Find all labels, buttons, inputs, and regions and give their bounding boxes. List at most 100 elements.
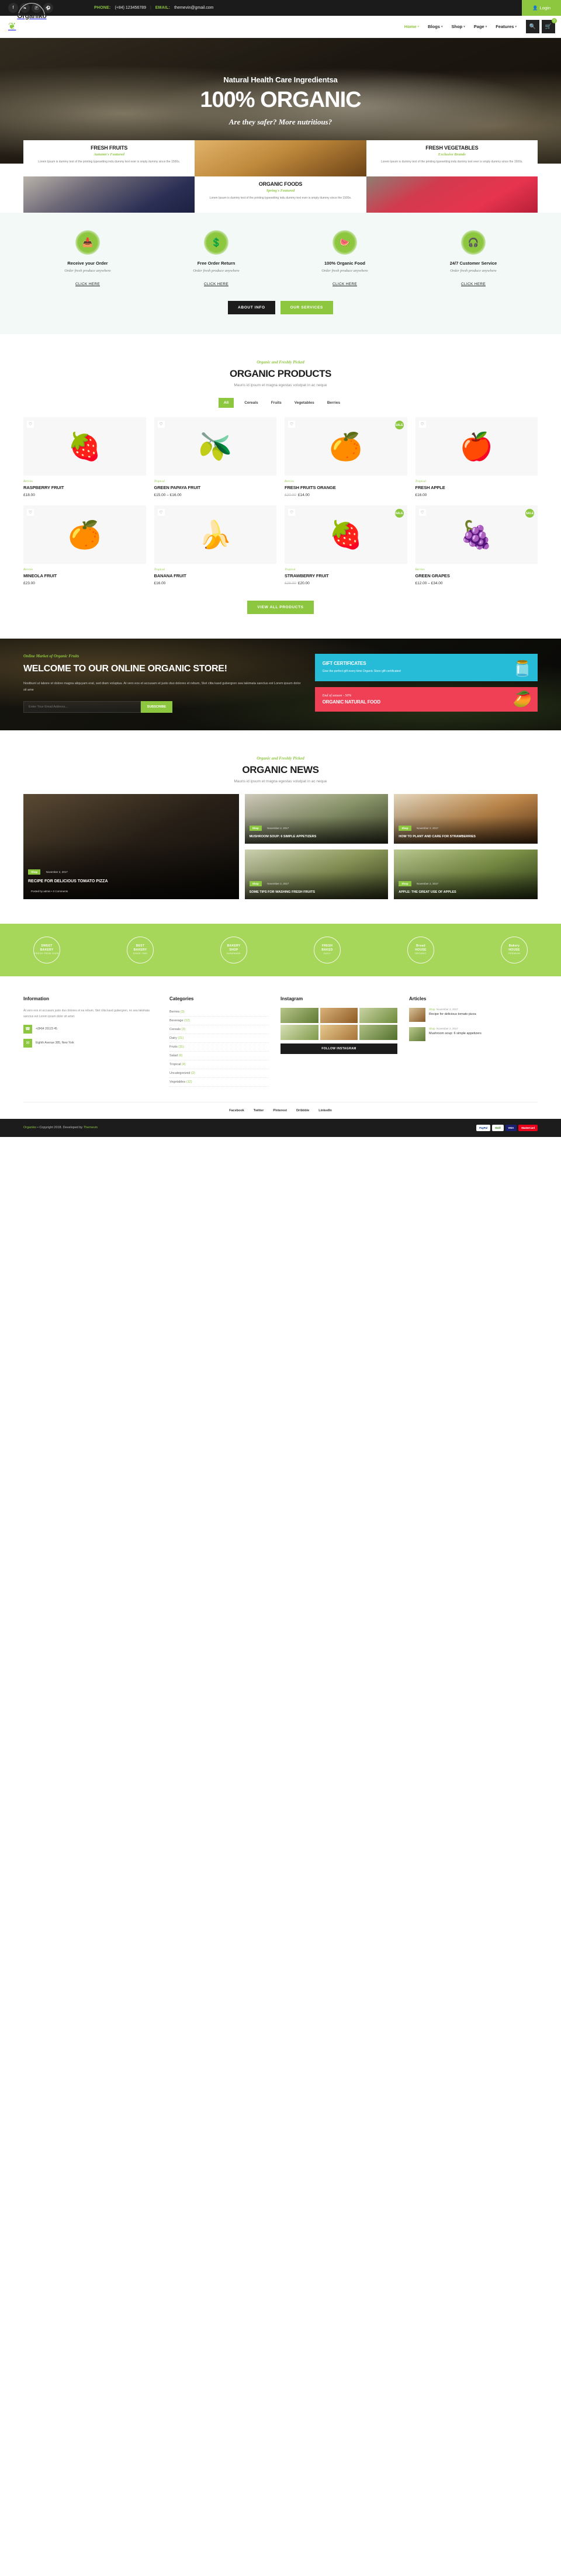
search-icon: 🔍 [529, 23, 536, 29]
instagram-thumb[interactable] [280, 1007, 318, 1023]
product-thumbnail: 🍓 ♡ SALE [285, 505, 407, 564]
footer-category-item[interactable]: Salad (6) [169, 1052, 269, 1060]
nav-item-features[interactable]: Features ▾ [496, 24, 517, 29]
login-button[interactable]: 👤 Login [522, 0, 561, 16]
wishlist-button[interactable]: ♡ [27, 509, 34, 516]
footer-category-item[interactable]: Uncategorized (2) [169, 1069, 269, 1078]
category-count: (12) [184, 1018, 190, 1022]
promo-blue-text: Give the perfect gift every time Organic… [322, 670, 401, 673]
category-label: Cereals [169, 1027, 181, 1031]
view-all-products-button[interactable]: VIEW ALL PRODUCTS [247, 601, 314, 614]
footer-article[interactable]: Shop November 2, 2017 Mushroom soup: 6 s… [409, 1027, 538, 1041]
footer-category-item[interactable]: Cereals (3) [169, 1025, 269, 1034]
instagram-thumb[interactable] [320, 1007, 358, 1023]
product-card[interactable]: 🍊 ♡ Berries MINEOLA FRUIT £23.00 [23, 505, 146, 585]
product-card[interactable]: 🍌 ♡ Tropical BANANA FRUIT £16.00 [154, 505, 276, 585]
filter-fruits[interactable]: Fruits [269, 398, 284, 408]
subscribe-button[interactable]: SUBSCRIBE [140, 701, 172, 713]
product-card[interactable]: 🫒 ♡ Tropical GREEN PAPAYA FRUIT £15.00 –… [154, 417, 276, 497]
category-count: (31) [178, 1045, 185, 1049]
product-category: Tropical [415, 480, 426, 483]
product-card[interactable]: 🍊 ♡ SALE Berries FRESH FRUITS ORANGE £20… [285, 417, 407, 497]
nav-item-shop[interactable]: Shop ▾ [452, 24, 465, 29]
filter-all[interactable]: All [218, 398, 234, 408]
footer-category-item[interactable]: Berries (3) [169, 1008, 269, 1017]
news-featured-card[interactable]: Shop November 2, 2017 RECIPE FOR DELICIO… [23, 793, 239, 899]
feature-card[interactable]: ORGANIC FOODS Spring's Featured Lorem Ip… [195, 176, 366, 213]
feature-subtitle: Autumn's Featured [94, 152, 124, 157]
news-card[interactable]: Shop November 2, 2017 MUSHROOM SOUP: 6 S… [244, 793, 389, 844]
news-card[interactable]: Shop November 2, 2017 SOME TIPS FOR WASH… [244, 849, 389, 899]
wishlist-button[interactable]: ♡ [27, 421, 34, 428]
product-card[interactable]: 🍎 ♡ Tropical FRESH APPLE £16.00 [415, 417, 538, 497]
nav-item-blogs[interactable]: Blogs ▾ [428, 24, 442, 29]
wishlist-button[interactable]: ♡ [288, 509, 295, 516]
instagram-thumb[interactable] [280, 1024, 318, 1040]
season-sale-promo[interactable]: End of season - 50% ORGANIC NATURAL FOOD… [314, 687, 538, 712]
our-services-button[interactable]: OUR SERVICES [280, 301, 333, 314]
product-name: FRESH FRUITS ORANGE [285, 485, 336, 490]
footer-link-pinterest[interactable]: Pinterest [273, 1109, 287, 1112]
nav-item-home[interactable]: Home ▾ [404, 24, 419, 29]
wishlist-button[interactable]: ♡ [157, 509, 165, 516]
service-link[interactable]: CLICK HERE [75, 282, 100, 286]
footer-article[interactable]: Shop November 2, 2017 Recipe for delicio… [409, 1007, 538, 1022]
filter-cereals[interactable]: Cereals [242, 398, 261, 408]
feature-card[interactable]: FRESH VEGETABLES Exclusive Brands Lorem … [366, 140, 538, 176]
news-card[interactable]: Shop November 2, 2017 HOW TO PLANT AND C… [394, 793, 538, 844]
footer-link-linkedin[interactable]: LinkedIn [318, 1109, 332, 1112]
product-price: £23.00 [23, 581, 35, 585]
feature-card[interactable]: FRESH FRUITS Autumn's Featured Lorem Ips… [23, 140, 195, 176]
welcome-copy: Online Market of Organic Fruits WELCOME … [23, 654, 302, 713]
footer-link-twitter[interactable]: Twitter [254, 1109, 264, 1112]
footer-category-item[interactable]: Beverage (12) [169, 1017, 269, 1025]
about-info-button[interactable]: ABOUT INFO [228, 301, 275, 314]
news-date: November 2, 2017 [267, 827, 289, 830]
footer-information-title: Information [23, 996, 49, 1001]
news-footer-meta: Posted by admin • 0 Comments [31, 889, 68, 893]
footer-instagram-title: Instagram [280, 996, 303, 1001]
copyright-bar: Organiko • Copyright 2018. Developed by … [0, 1118, 561, 1137]
instagram-thumb[interactable] [359, 1007, 397, 1023]
filter-berries[interactable]: Berries [325, 398, 342, 408]
cart-button[interactable]: 🛒 0 [542, 18, 557, 33]
service-title: 24/7 Customer Service [449, 261, 497, 266]
gift-certificates-promo[interactable]: GIFT CERTIFICATES Give the perfect gift … [314, 654, 538, 681]
payment-visa-icon: VISA [505, 1124, 517, 1131]
instagram-thumb[interactable] [320, 1024, 358, 1040]
brand-line1: Bread [416, 944, 425, 948]
category-count: (3) [180, 1010, 185, 1014]
footer-category-item[interactable]: Tropical (4) [169, 1060, 269, 1069]
footer-category-item[interactable]: Dairy (21) [169, 1034, 269, 1043]
wishlist-button[interactable]: ♡ [157, 421, 165, 428]
nav-item-page[interactable]: Page ▾ [474, 24, 487, 29]
news-card[interactable]: Shop November 2, 2017 APPLE: THE GREAT U… [394, 849, 538, 899]
product-thumbnail: 🍌 ♡ [154, 505, 276, 564]
service-link[interactable]: CLICK HERE [333, 282, 357, 286]
product-price: £18.00 [23, 493, 35, 497]
wishlist-button[interactable]: ♡ [418, 421, 426, 428]
site-header: ❦ Organiko PRODUCTS AND SUPPLY Home ▾ Bl… [0, 2, 561, 48]
service-item: 🎧 24/7 Customer Service Order fresh prod… [409, 230, 538, 288]
service-link[interactable]: CLICK HERE [204, 282, 228, 286]
search-button[interactable]: 🔍 [526, 20, 539, 33]
footer-category-item[interactable]: Fruits (31) [169, 1043, 269, 1052]
news-date: November 2, 2017 [416, 882, 439, 886]
brand-tagline: HANDMADE [226, 952, 241, 955]
wishlist-button[interactable]: ♡ [418, 509, 426, 516]
footer-link-facebook[interactable]: Facebook [229, 1109, 244, 1112]
email-field[interactable] [23, 701, 141, 713]
product-category: Berries [23, 568, 33, 571]
filter-vegetables[interactable]: Vegetables [292, 398, 317, 408]
instagram-thumb[interactable] [359, 1024, 397, 1040]
product-card[interactable]: 🍓 ♡ Berries RASPBERRY FRUIT £18.00 [23, 417, 146, 497]
product-card[interactable]: 🍇 ♡ SALE Berries GREEN GRAPES £12.00 – £… [415, 505, 538, 585]
article-thumbnail [409, 1027, 425, 1041]
product-name: BANANA FRUIT [154, 573, 186, 578]
product-card[interactable]: 🍓 ♡ SALE Tropical STRAWBERRY FRUIT £28.0… [285, 505, 407, 585]
service-link[interactable]: CLICK HERE [461, 282, 486, 286]
footer-link-dribbble[interactable]: Dribbble [296, 1109, 309, 1112]
follow-instagram-button[interactable]: FOLLOW INSTAGRAM [280, 1043, 397, 1054]
wishlist-button[interactable]: ♡ [288, 421, 295, 428]
footer-category-item[interactable]: Vegetables (12) [169, 1078, 269, 1087]
